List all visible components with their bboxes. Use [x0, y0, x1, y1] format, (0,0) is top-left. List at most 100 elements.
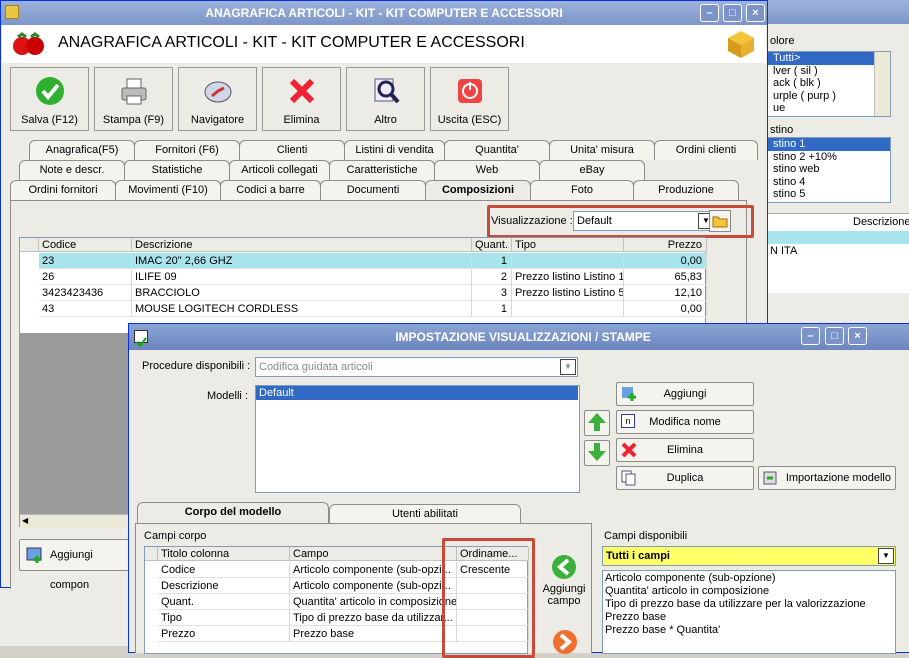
bg-row-selected[interactable] — [760, 231, 909, 244]
exit-button[interactable]: Uscita (ESC) — [430, 67, 509, 131]
table-cell[interactable]: 43 — [39, 301, 132, 317]
tab-foto[interactable]: Foto — [530, 180, 634, 200]
tab-composizioni[interactable]: Composizioni — [425, 180, 531, 202]
tab-web[interactable]: Web — [434, 160, 540, 180]
modifica-nome-button[interactable]: n Modifica nome — [616, 410, 754, 434]
tab-fornitori[interactable]: Fornitori (F6) — [134, 140, 240, 160]
table-cell[interactable]: Articolo componente (sub-opzi... — [290, 578, 457, 594]
table-cell[interactable]: 12,10 — [624, 285, 707, 301]
table-cell[interactable]: 26 — [39, 269, 132, 285]
tab-movimenti[interactable]: Movimenti (F10) — [115, 180, 221, 200]
bg-scrollbar[interactable] — [874, 52, 890, 116]
importazione-button[interactable]: Importazione modello — [758, 466, 896, 490]
list-item[interactable]: urple ( purp ) — [761, 90, 890, 103]
campi-disponibili-list[interactable]: Articolo componente (sub-opzione) Quanti… — [602, 570, 896, 654]
table-cell[interactable]: Quantita' articolo in composizione — [290, 594, 457, 610]
chevron-down-icon[interactable]: ▼ — [878, 548, 894, 564]
list-item[interactable]: Tipo di prezzo base da utilizzare per la… — [605, 598, 893, 611]
list-item[interactable]: Articolo componente (sub-opzione) — [605, 572, 893, 585]
col-prezzo[interactable]: Prezzo — [624, 238, 707, 252]
col-tipo[interactable]: Tipo — [512, 238, 624, 252]
table-cell[interactable]: Codice — [158, 562, 290, 578]
campi-disponibili-select[interactable]: Tutti i campi ▼ — [602, 546, 896, 566]
tab-caratteristiche[interactable]: Caratteristiche — [329, 160, 435, 180]
table-cell[interactable]: MOUSE LOGITECH CORDLESS — [132, 301, 472, 317]
list-item[interactable]: Tutti> — [761, 52, 890, 65]
table-cell[interactable]: IMAC 20" 2,66 GHZ — [132, 253, 472, 269]
table-cell[interactable]: BRACCIOLO — [132, 285, 472, 301]
aggiungi-campo-button[interactable]: Aggiungi campo — [539, 554, 589, 614]
bg-listino-list[interactable]: stino 1 stino 2 +10% stino web stino 4 s… — [760, 137, 891, 203]
table-cell[interactable]: Prezzo listino Listino 5 — [512, 285, 624, 301]
scroll-left-icon[interactable]: ◀ — [22, 516, 28, 525]
table-cell[interactable] — [512, 253, 624, 269]
tab-articoli-collegati[interactable]: Articoli collegati — [229, 160, 330, 180]
table-cell[interactable]: 3 — [472, 285, 512, 301]
navigator-button[interactable]: Navigatore — [178, 67, 257, 131]
tab-ordini-fornitori[interactable]: Ordini fornitori — [10, 180, 116, 200]
list-item[interactable]: stino 2 +10% — [761, 151, 890, 164]
tab-codici-barre[interactable]: Codici a barre — [220, 180, 321, 200]
delete-button[interactable]: Elimina — [262, 67, 341, 131]
print-button[interactable]: Stampa (F9) — [94, 67, 173, 131]
dialog-maximize-icon[interactable]: □ — [825, 327, 844, 345]
col-descrizione[interactable]: Descrizione — [132, 238, 472, 252]
table-cell[interactable]: 1 — [472, 253, 512, 269]
table-cell[interactable]: 65,83 — [624, 269, 707, 285]
elimina-button[interactable]: Elimina — [616, 438, 754, 462]
tab-statistiche[interactable]: Statistiche — [124, 160, 230, 180]
save-button[interactable]: Salva (F12) — [10, 67, 89, 131]
table-cell[interactable]: Articolo componente (sub-opzi... — [290, 562, 457, 578]
table-cell[interactable]: 0,00 — [624, 301, 707, 317]
list-item[interactable]: stino web — [761, 163, 890, 176]
list-item[interactable]: lver ( sil ) — [761, 65, 890, 78]
list-item[interactable]: stino 1 — [761, 138, 890, 151]
tab-anagrafica[interactable]: Anagrafica(F5) — [29, 140, 135, 160]
procedure-select[interactable]: Codifica guidata articoli ▼ — [255, 357, 578, 377]
tab-ebay[interactable]: eBay — [539, 160, 645, 180]
col-codice[interactable]: Codice — [39, 238, 132, 252]
table-cell[interactable]: Tipo di prezzo base da utilizzar... — [290, 610, 457, 626]
minimize-icon[interactable]: – — [700, 4, 719, 22]
tab-quantita[interactable]: Quantita' — [444, 140, 550, 160]
maximize-icon[interactable]: □ — [723, 4, 742, 22]
bg-colore-list[interactable]: Tutti> lver ( sil ) ack ( blk ) urple ( … — [760, 51, 891, 117]
tab-utenti-abilitati[interactable]: Utenti abilitati — [329, 504, 521, 524]
dialog-minimize-icon[interactable]: – — [801, 327, 820, 345]
close-icon[interactable]: × — [746, 4, 765, 22]
aggiungi-button[interactable]: Aggiungi — [616, 382, 754, 406]
list-item[interactable]: Prezzo base * Quantita' — [605, 624, 893, 637]
other-button[interactable]: Altro — [346, 67, 425, 131]
table-cell[interactable]: Tipo — [158, 610, 290, 626]
table-cell[interactable]: ILIFE 09 — [132, 269, 472, 285]
add-component-button[interactable]: Aggiungi compon — [19, 539, 129, 591]
list-item[interactable]: stino 5 — [761, 188, 890, 201]
list-item[interactable]: ack ( blk ) — [761, 77, 890, 90]
table-cell[interactable]: 1 — [472, 301, 512, 317]
col-campo[interactable]: Campo — [290, 547, 457, 561]
table-cell[interactable]: Prezzo base — [290, 626, 457, 642]
col-quant[interactable]: Quant. — [472, 238, 512, 252]
tab-note-descr[interactable]: Note e descr. — [19, 160, 125, 180]
tab-clienti[interactable]: Clienti — [239, 140, 345, 160]
tab-ordini-clienti[interactable]: Ordini clienti — [654, 140, 758, 160]
modelli-list[interactable]: Default — [255, 385, 580, 493]
list-item[interactable]: ue — [761, 102, 890, 115]
list-item[interactable]: Prezzo base — [605, 611, 893, 624]
table-cell[interactable]: Descrizione — [158, 578, 290, 594]
tab-unita-misura[interactable]: Unita' misura — [549, 140, 655, 160]
table-cell[interactable] — [512, 301, 624, 317]
list-item[interactable]: stino 4 — [761, 176, 890, 189]
tab-documenti[interactable]: Documenti — [320, 180, 426, 200]
list-item[interactable]: Default — [256, 386, 578, 400]
table-cell[interactable]: 2 — [472, 269, 512, 285]
tab-listini-vendita[interactable]: Listini di vendita — [344, 140, 445, 160]
dialog-close-icon[interactable]: × — [848, 327, 867, 345]
table-cell[interactable]: Quant. — [158, 594, 290, 610]
arrow-right-icon[interactable] — [552, 629, 578, 655]
list-item[interactable]: Quantita' articolo in composizione — [605, 585, 893, 598]
move-down-button[interactable] — [584, 440, 610, 466]
table-cell[interactable]: 23 — [39, 253, 132, 269]
move-up-button[interactable] — [584, 410, 610, 436]
table-cell[interactable]: Prezzo listino Listino 1 — [512, 269, 624, 285]
